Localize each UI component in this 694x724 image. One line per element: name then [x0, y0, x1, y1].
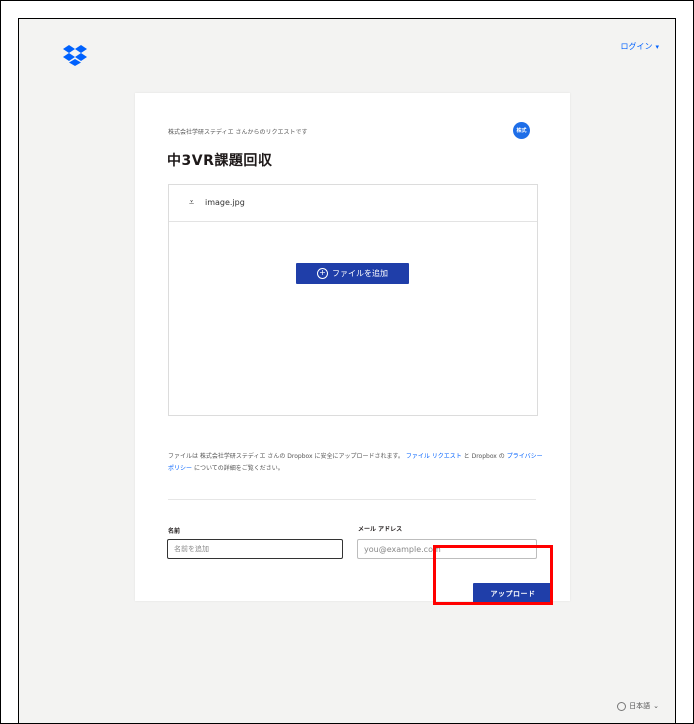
page-frame: ログイン ▾ 株式会社学研ステディエ さんからのリクエストです 株式 中3VR課…: [18, 18, 676, 723]
request-card: 株式会社学研ステディエ さんからのリクエストです 株式 中3VR課題回収 ⩡ i…: [135, 93, 570, 605]
notice-text-after: についての詳細をご覧ください。: [193, 465, 284, 472]
divider: [168, 499, 536, 500]
requester-text: 株式会社学研ステディエ さんからのリクエストです: [168, 129, 308, 136]
dropbox-logo-icon[interactable]: [63, 45, 87, 67]
language-label[interactable]: 日本語: [629, 701, 650, 711]
image-file-icon: ⩡: [189, 198, 195, 208]
plus-circle-icon: +: [317, 268, 328, 279]
chevron-down-icon[interactable]: ⌄: [653, 702, 659, 710]
file-request-link[interactable]: ファイル リクエスト: [406, 453, 462, 460]
file-list-item[interactable]: ⩡ image.jpg: [169, 185, 537, 222]
highlight-box: [433, 545, 553, 605]
login-label[interactable]: ログイン: [620, 41, 652, 52]
file-dropzone[interactable]: ⩡ image.jpg + ファイルを追加: [168, 184, 538, 416]
language-selector[interactable]: 日本語 ⌄: [617, 701, 659, 711]
page-title: 中3VR課題回収: [167, 153, 273, 169]
add-file-button[interactable]: + ファイルを追加: [296, 263, 409, 284]
name-label: 名前: [168, 528, 181, 535]
chevron-down-icon[interactable]: ▾: [655, 43, 659, 51]
avatar: 株式: [513, 122, 530, 139]
globe-icon: [617, 701, 627, 711]
notice-text-middle: と Dropbox の: [463, 453, 505, 460]
email-label: メール アドレス: [358, 526, 403, 533]
add-file-label: ファイルを追加: [332, 269, 388, 278]
name-field[interactable]: 名前を追加: [167, 539, 343, 559]
upload-notice: ファイルは 株式会社学研ステディエ さんの Dropbox に安全にアップロード…: [168, 451, 543, 475]
file-name: image.jpg: [205, 198, 245, 207]
notice-text-before: ファイルは 株式会社学研ステディエ さんの Dropbox に安全にアップロード…: [168, 453, 404, 460]
login-menu[interactable]: ログイン ▾: [620, 41, 659, 52]
